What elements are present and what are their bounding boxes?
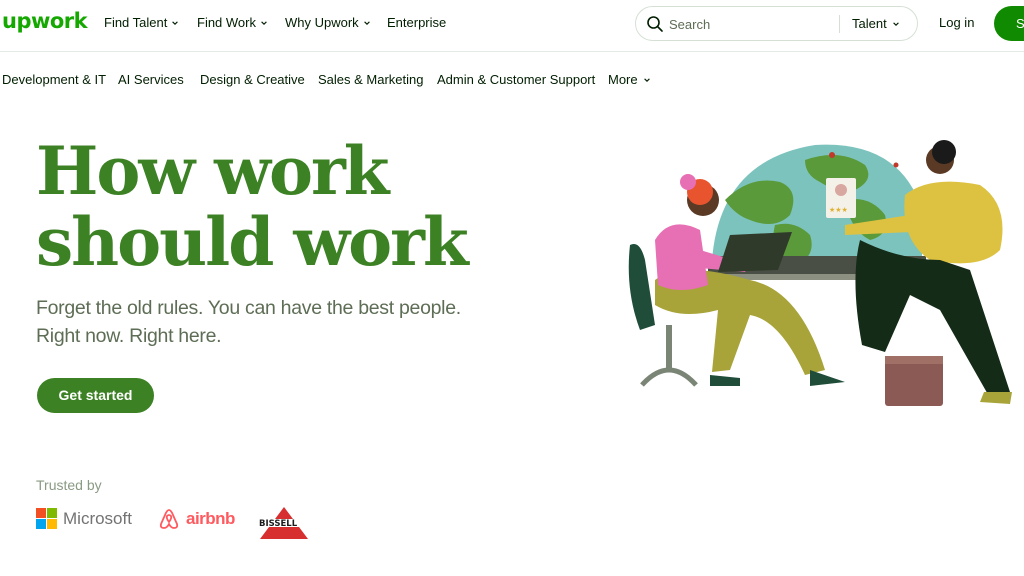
- category-label: AI Services: [118, 72, 184, 87]
- category-label: Development & IT: [2, 72, 107, 87]
- category-more[interactable]: More: [608, 72, 651, 87]
- chevron-down-icon: [363, 20, 370, 25]
- nav-label: Find Talent: [104, 15, 168, 30]
- chevron-down-icon: [172, 20, 179, 25]
- nav-find-work[interactable]: Find Work: [197, 15, 268, 30]
- chevron-down-icon: [643, 77, 650, 82]
- category-label: Sales & Marketing: [318, 72, 424, 87]
- nav-find-talent[interactable]: Find Talent: [104, 15, 179, 30]
- airbnb-wordmark: airbnb: [186, 509, 235, 528]
- login-link[interactable]: Log in: [939, 15, 974, 30]
- bissell-wordmark: BISSELL: [259, 519, 298, 529]
- nav-enterprise[interactable]: Enterprise: [387, 15, 446, 30]
- category-ai-services[interactable]: AI Services: [118, 72, 184, 87]
- svg-text:★★★: ★★★: [829, 206, 848, 214]
- category-sales-marketing[interactable]: Sales & Marketing: [318, 72, 424, 87]
- hero-subtitle-line: Forget the old rules. You can have the b…: [36, 297, 461, 319]
- airbnb-logo: airbnb: [158, 508, 235, 530]
- hero-title-line: How work: [36, 132, 390, 210]
- microsoft-wordmark: Microsoft: [63, 508, 132, 528]
- nav-label: Enterprise: [387, 15, 447, 30]
- microsoft-logo: Microsoft: [36, 508, 132, 529]
- upwork-logo[interactable]: upwork: [2, 9, 88, 33]
- bissell-icon: BISSELL: [258, 507, 310, 539]
- nav-label: Find Work: [197, 15, 256, 30]
- hero-title-line: should work: [36, 203, 469, 281]
- category-label: Admin & Customer Support: [437, 72, 596, 87]
- search-icon[interactable]: [646, 15, 664, 33]
- nav-label: Why Upwork: [285, 15, 359, 30]
- category-design-creative[interactable]: Design & Creative: [200, 72, 305, 87]
- hero-subtitle: Forget the old rules. You can have the b…: [36, 294, 461, 350]
- microsoft-icon: [36, 508, 57, 529]
- category-admin-support[interactable]: Admin & Customer Support: [437, 72, 595, 87]
- search-scope-dropdown[interactable]: Talent: [852, 16, 900, 31]
- trusted-by-label: Trusted by: [36, 477, 102, 493]
- search-input[interactable]: [669, 14, 829, 34]
- category-development-it[interactable]: Development & IT: [2, 72, 106, 87]
- get-started-button[interactable]: Get started: [37, 378, 154, 413]
- top-navigation: upwork Find Talent Find Work Why Upwork …: [0, 0, 1024, 52]
- chevron-down-icon: [261, 20, 267, 25]
- hero-title: How work should work: [36, 132, 469, 281]
- search-scope-label: Talent: [852, 16, 887, 31]
- hero-illustration: ★★★: [628, 140, 1012, 406]
- category-label: More: [608, 72, 638, 87]
- search-box: Talent: [635, 6, 918, 41]
- signup-button[interactable]: S: [994, 6, 1024, 41]
- chevron-down-icon: [892, 21, 899, 26]
- search-divider: [839, 15, 840, 33]
- category-label: Design & Creative: [200, 72, 305, 87]
- airbnb-icon: [159, 509, 179, 529]
- bissell-logo: BISSELL: [258, 506, 310, 540]
- nav-why-upwork[interactable]: Why Upwork: [285, 15, 371, 30]
- hero-subtitle-line: Right now. Right here.: [36, 325, 222, 347]
